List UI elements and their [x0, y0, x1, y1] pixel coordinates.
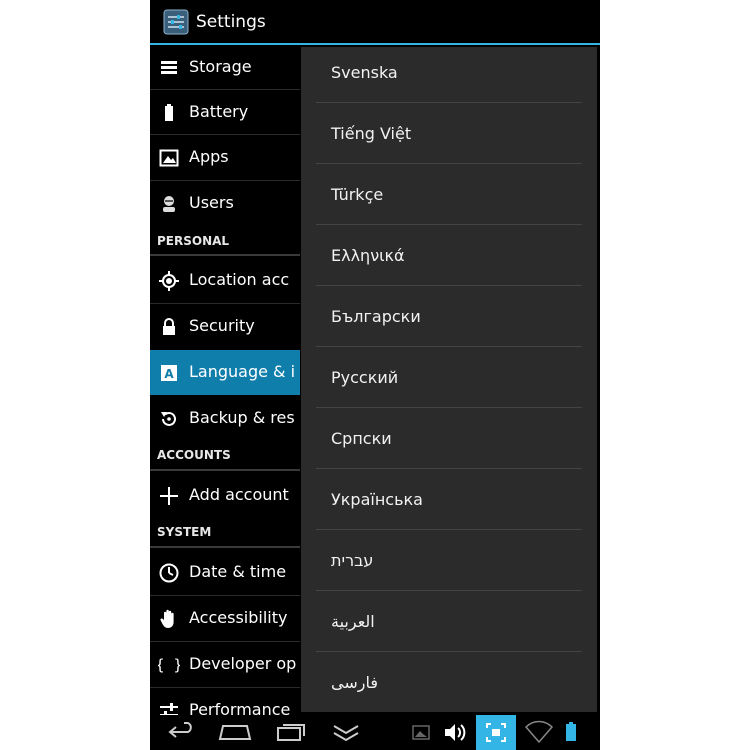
plus-icon: [158, 485, 180, 507]
header-divider: [150, 469, 300, 471]
language-option[interactable]: Türkçe: [301, 165, 597, 225]
language-option[interactable]: فارسی: [301, 653, 597, 713]
language-option[interactable]: Ελληνικά: [301, 226, 597, 286]
sidebar-item-label: Apps: [189, 147, 229, 166]
home-button[interactable]: [215, 715, 255, 750]
sidebar-item-developer-options[interactable]: { } Developer op: [150, 642, 300, 687]
sidebar-item-label: Date & time: [189, 562, 287, 581]
sidebar-item-label: Storage: [189, 57, 252, 76]
divider: [316, 407, 582, 408]
back-button[interactable]: [162, 715, 202, 750]
volume-button[interactable]: [440, 715, 470, 750]
section-header-personal: PERSONAL: [157, 234, 230, 248]
divider: [316, 346, 582, 347]
sidebar-item-label: Performance: [189, 700, 291, 715]
language-picker-dialog: Svenska Tiếng Việt Türkçe Ελληνικά Бълга…: [301, 47, 597, 712]
clock-icon: [158, 562, 180, 584]
sidebar-item-label: Add account: [189, 485, 289, 504]
settings-sidebar[interactable]: Storage Battery Apps Users PERSONAL Loca…: [150, 45, 300, 715]
svg-text:{ }: { }: [158, 656, 180, 674]
home-icon: [215, 715, 255, 750]
sidebar-item-language[interactable]: A Language & i: [150, 350, 300, 395]
users-icon: [158, 193, 180, 215]
storage-icon: [158, 57, 180, 79]
sidebar-item-location[interactable]: Location acc: [150, 258, 300, 303]
divider: [316, 529, 582, 530]
sidebar-item-backup[interactable]: Backup & res: [150, 396, 300, 441]
sidebar-item-label: Developer op: [189, 654, 297, 673]
back-icon: [162, 715, 202, 750]
divider: [316, 224, 582, 225]
battery-icon: [158, 102, 180, 124]
navigation-bar: [150, 715, 600, 750]
language-option[interactable]: Български: [301, 287, 597, 347]
sidebar-item-security[interactable]: Security: [150, 304, 300, 349]
sidebar-item-date-time[interactable]: Date & time: [150, 550, 300, 595]
section-header-system: SYSTEM: [157, 525, 212, 539]
settings-app-icon[interactable]: [163, 9, 189, 35]
header-divider: [150, 254, 300, 256]
lock-icon: [158, 316, 180, 338]
battery-status[interactable]: [560, 715, 582, 750]
divider: [316, 468, 582, 469]
screenshot-button[interactable]: [408, 715, 434, 750]
fullscreen-button[interactable]: [476, 715, 516, 750]
language-option[interactable]: Українська: [301, 470, 597, 530]
sidebar-item-users[interactable]: Users: [150, 181, 300, 226]
sidebar-item-label: Language & i: [189, 362, 296, 381]
fullscreen-icon: [476, 715, 516, 750]
sidebar-item-performance[interactable]: Performance: [150, 688, 300, 715]
collapse-button[interactable]: [328, 715, 364, 750]
divider: [316, 102, 582, 103]
screenshot-icon: [408, 715, 434, 750]
sidebar-item-battery[interactable]: Battery: [150, 90, 300, 135]
divider: [316, 163, 582, 164]
sidebar-item-label: Accessibility: [189, 608, 288, 627]
sidebar-item-label: Location acc: [189, 270, 290, 289]
battery-status-icon: [560, 715, 582, 750]
apps-icon: [158, 147, 180, 169]
sidebar-item-label: Battery: [189, 102, 249, 121]
page-title: Settings: [196, 12, 266, 32]
language-option[interactable]: Svenska: [301, 43, 597, 103]
svg-text:A: A: [164, 367, 174, 381]
divider: [316, 285, 582, 286]
sidebar-item-storage[interactable]: Storage: [150, 45, 300, 90]
hand-icon: [158, 608, 180, 630]
volume-icon: [440, 715, 470, 750]
collapse-icon: [328, 715, 364, 750]
sidebar-item-label: Security: [189, 316, 255, 335]
language-option[interactable]: Русский: [301, 348, 597, 408]
action-bar: Settings: [150, 0, 600, 45]
sliders-icon: [158, 700, 180, 715]
sidebar-item-accessibility[interactable]: Accessibility: [150, 596, 300, 641]
divider: [316, 590, 582, 591]
sidebar-item-label: Users: [189, 193, 234, 212]
language-option[interactable]: עברית: [301, 531, 597, 591]
wifi-status[interactable]: [522, 715, 556, 750]
recent-apps-icon: [272, 715, 312, 750]
language-option[interactable]: العربية: [301, 592, 597, 652]
divider: [316, 651, 582, 652]
language-option[interactable]: Српски: [301, 409, 597, 469]
language-icon: A: [158, 362, 180, 384]
sidebar-item-apps[interactable]: Apps: [150, 135, 300, 180]
language-option[interactable]: Tiếng Việt: [301, 104, 597, 164]
braces-icon: { }: [155, 654, 182, 676]
location-icon: [158, 270, 180, 292]
settings-screen: Settings Storage Battery Apps Users PERS…: [150, 0, 600, 750]
sidebar-item-label: Backup & res: [189, 408, 295, 427]
wifi-icon: [522, 715, 556, 750]
section-header-accounts: ACCOUNTS: [157, 448, 231, 462]
header-divider: [150, 546, 300, 548]
recent-apps-button[interactable]: [272, 715, 312, 750]
backup-icon: [158, 408, 180, 430]
sidebar-item-add-account[interactable]: Add account: [150, 473, 300, 518]
